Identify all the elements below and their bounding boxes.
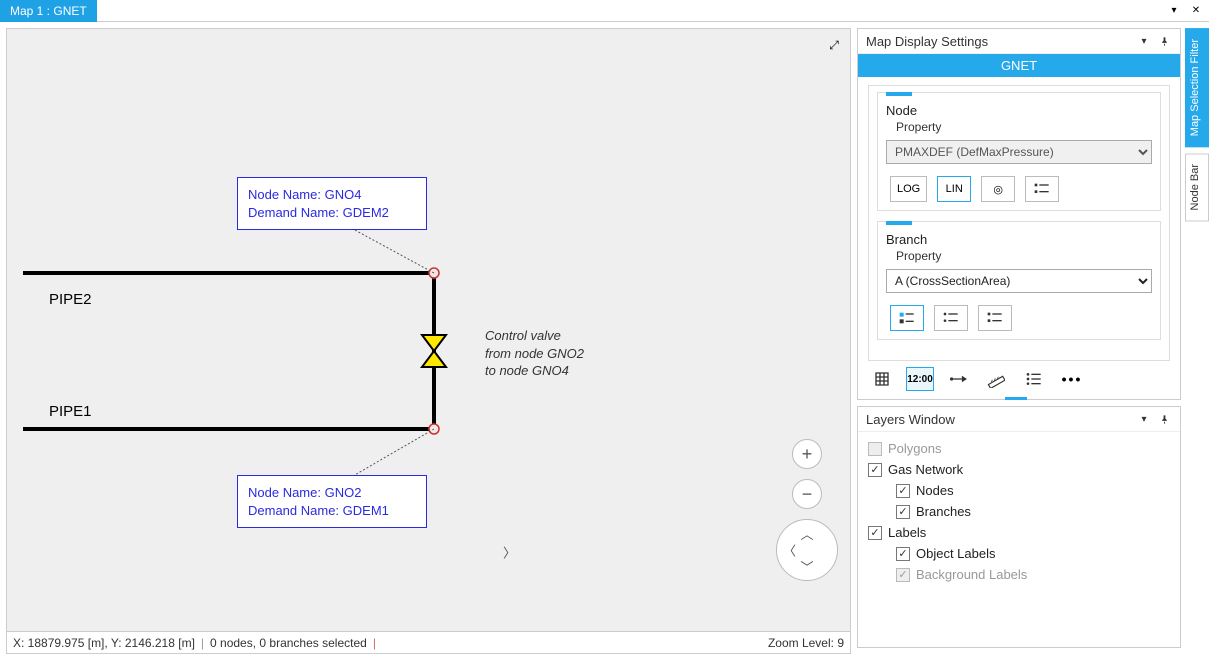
status-selection: 0 nodes, 0 branches selected (210, 636, 367, 650)
layer-label: Object Labels (916, 546, 996, 561)
pan-control[interactable]: ︿ ﹀ 〈 〉 (776, 519, 838, 581)
panel-title: Map Display Settings (866, 34, 988, 49)
layer-gas-network[interactable]: Gas Network (868, 459, 1170, 480)
contour-icon[interactable]: ◎ (981, 176, 1015, 202)
layer-label: Nodes (916, 483, 954, 498)
minimize-icon[interactable]: ▾ (1165, 2, 1183, 20)
layer-object-labels[interactable]: Object Labels (868, 543, 1170, 564)
grid-icon[interactable] (868, 367, 896, 391)
valve-line: from node GNO2 (485, 345, 584, 363)
pin-icon[interactable] (1156, 411, 1172, 427)
label-line: Demand Name: GDEM2 (248, 204, 416, 222)
legend2-icon[interactable] (978, 305, 1012, 331)
checkbox[interactable] (868, 463, 882, 477)
layer-label: Labels (888, 525, 926, 540)
branch-fieldset: Branch Property A (CrossSectionArea) (877, 221, 1161, 340)
fill-mode-icon[interactable] (890, 305, 924, 331)
checkbox[interactable] (896, 505, 910, 519)
dropdown-icon[interactable]: ▾ (1136, 33, 1152, 49)
status-coords: X: 18879.975 [m], Y: 2146.218 [m] (13, 636, 195, 650)
layer-label: Polygons (888, 441, 941, 456)
pin-icon[interactable] (1156, 33, 1172, 49)
node-title: Node (886, 103, 1152, 118)
checkbox[interactable] (896, 568, 910, 582)
title-bar: Map 1 : GNET ▾ ✕ (0, 0, 1209, 22)
layer-nodes[interactable]: Nodes (868, 480, 1170, 501)
layer-label: Background Labels (916, 567, 1027, 582)
map-display-settings-panel: Map Display Settings ▾ GNET Node Propert… (857, 28, 1181, 400)
map-controls: + − ︿ ﹀ 〈 〉 (776, 439, 838, 581)
panel-header: Layers Window ▾ (858, 407, 1180, 432)
pipe2-label: PIPE2 (49, 291, 92, 308)
right-column: Map Display Settings ▾ GNET Node Propert… (855, 22, 1185, 656)
branch-property-label: Property (886, 249, 1152, 263)
list-mode-icon[interactable] (934, 305, 968, 331)
time-button[interactable]: 12:00 (906, 367, 934, 391)
tab-node-bar[interactable]: Node Bar (1185, 153, 1209, 221)
map-canvas[interactable]: ⤢ Node Name: GNO4 Demand N (7, 29, 850, 631)
close-icon[interactable]: ✕ (1187, 2, 1205, 20)
layer-background-labels[interactable]: Background Labels (868, 564, 1170, 585)
panel-title: Layers Window (866, 412, 955, 427)
gnet-bar[interactable]: GNET (858, 54, 1180, 77)
node-property-label: Property (886, 120, 1152, 134)
pipe1-label: PIPE1 (49, 403, 92, 420)
tab-map-selection-filter[interactable]: Map Selection Filter (1185, 28, 1209, 147)
node-property-select[interactable]: PMAXDEF (DefMaxPressure) (886, 140, 1152, 164)
list-icon[interactable] (1020, 367, 1048, 391)
node-label-gno2: Node Name: GNO2 Demand Name: GDEM1 (237, 475, 427, 528)
valve-line: to node GNO4 (485, 362, 584, 380)
layer-branches[interactable]: Branches (868, 501, 1170, 522)
label-line: Demand Name: GDEM1 (248, 502, 416, 520)
checkbox[interactable] (896, 547, 910, 561)
chevron-right-icon: 〉 (501, 537, 831, 564)
map-tab[interactable]: Map 1 : GNET (0, 0, 97, 22)
valve-line: Control valve (485, 327, 584, 345)
checkbox[interactable] (868, 526, 882, 540)
zoom-in-button[interactable]: + (792, 439, 822, 469)
branch-title: Branch (886, 232, 1152, 247)
ruler-icon[interactable] (982, 367, 1010, 391)
layer-label: Gas Network (888, 462, 963, 477)
layer-labels[interactable]: Labels (868, 522, 1170, 543)
tool-row: 12:00 ••• (858, 361, 1180, 399)
zoom-out-button[interactable]: − (792, 479, 822, 509)
valve-label: Control valve from node GNO2 to node GNO… (485, 327, 584, 380)
layer-polygons[interactable]: Polygons (868, 438, 1170, 459)
branch-property-select[interactable]: A (CrossSectionArea) (886, 269, 1152, 293)
status-bar: X: 18879.975 [m], Y: 2146.218 [m] | 0 no… (7, 631, 850, 653)
lin-button[interactable]: LIN (937, 176, 971, 202)
side-tabs: Map Selection Filter Node Bar (1185, 22, 1209, 656)
log-button[interactable]: LOG (890, 176, 927, 202)
layer-label: Branches (916, 504, 971, 519)
node-fieldset: Node Property PMAXDEF (DefMaxPressure) L… (877, 92, 1161, 211)
checkbox[interactable] (868, 442, 882, 456)
legend-icon[interactable] (1025, 176, 1059, 202)
node-label-gno4: Node Name: GNO4 Demand Name: GDEM2 (237, 177, 427, 230)
more-icon[interactable]: ••• (1058, 367, 1086, 391)
panel-header: Map Display Settings ▾ (858, 29, 1180, 54)
checkbox[interactable] (896, 484, 910, 498)
flow-arrow-icon[interactable] (944, 367, 972, 391)
map-area: ⤢ Node Name: GNO4 Demand N (6, 28, 851, 654)
dropdown-icon[interactable]: ▾ (1136, 411, 1152, 427)
layers-panel: Layers Window ▾ Polygons Gas Network (857, 406, 1181, 648)
gnet-label: GNET (1001, 58, 1037, 73)
label-line: Node Name: GNO2 (248, 484, 416, 502)
status-zoom: Zoom Level: 9 (768, 636, 844, 650)
map-tab-label: Map 1 : GNET (10, 4, 87, 18)
label-line: Node Name: GNO4 (248, 186, 416, 204)
